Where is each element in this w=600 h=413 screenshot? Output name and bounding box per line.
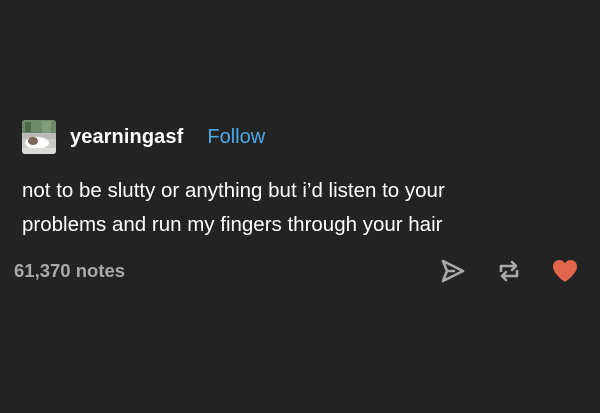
heart-icon [553,260,577,282]
share-button[interactable] [438,256,468,286]
post-body-line: problems and run my fingers through your… [22,213,443,236]
notes-count[interactable]: 61,370 notes [14,260,125,282]
tumblr-post: yearningasf Follow not to be slutty or a… [0,0,600,413]
post-footer: 61,370 notes [14,256,580,286]
post-body: not to be slutty or anything but i’d lis… [22,174,582,242]
avatar[interactable] [22,120,56,154]
post-actions [438,256,580,286]
reblog-button[interactable] [494,256,524,286]
post-body-line: not to be slutty or anything but i’d lis… [22,179,445,202]
avatar-image [22,120,56,154]
reblog-icon [499,260,519,282]
post-header: yearningasf Follow [22,120,265,154]
username[interactable]: yearningasf [70,126,183,149]
send-icon [441,259,465,283]
like-button[interactable] [550,256,580,286]
follow-button[interactable]: Follow [207,126,265,149]
